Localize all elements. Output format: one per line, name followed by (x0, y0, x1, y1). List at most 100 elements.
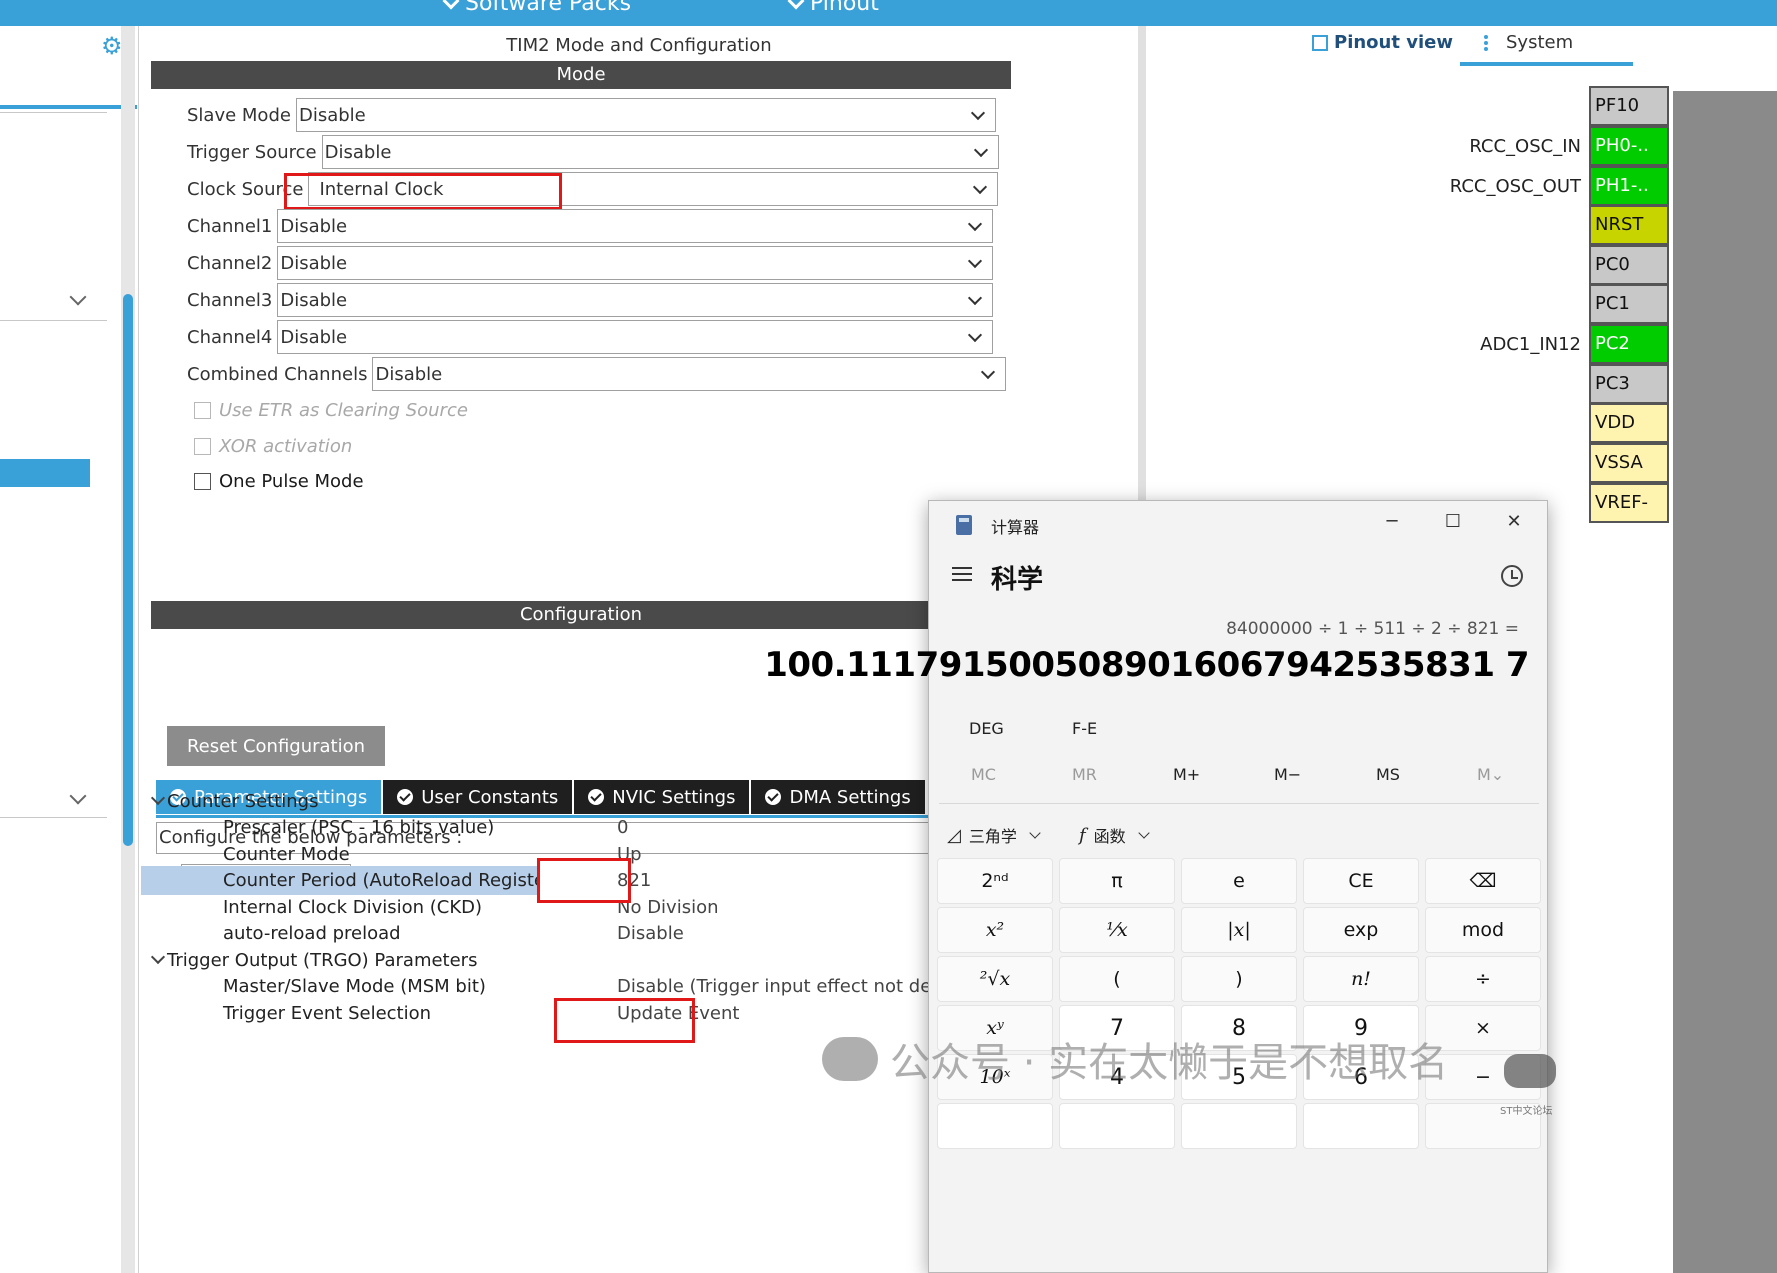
close-paren-key[interactable]: ) (1181, 956, 1297, 1002)
nav-pinout[interactable]: Pinout (787, 0, 879, 16)
nav-pinout-label: Pinout (810, 0, 879, 16)
fe-button[interactable]: F-E (1072, 719, 1097, 738)
calculator-key[interactable] (1181, 1103, 1297, 1149)
function-dropdown[interactable]: f 函数 (1079, 823, 1150, 847)
trigger-source-select[interactable]: Disable (321, 135, 999, 169)
tree-key: Prescaler (PSC - 16 bits value) (223, 817, 495, 838)
divide-key[interactable]: ÷ (1425, 956, 1541, 1002)
pin-vssa[interactable]: VSSA (1589, 443, 1669, 483)
counter-period-highlight (537, 858, 631, 903)
checkbox-box (194, 438, 211, 455)
slave-mode-row: Slave Mode Disable (187, 98, 996, 132)
slave-mode-label: Slave Mode (187, 104, 291, 126)
mod-key[interactable]: mod (1425, 907, 1541, 953)
menu-icon[interactable] (952, 567, 972, 581)
chevron-down-icon (968, 253, 983, 269)
nav-software-packs[interactable]: Software Packs (442, 0, 631, 16)
factorial-key[interactable]: n! (1303, 956, 1419, 1002)
tree-value: No Division (617, 897, 719, 918)
pin-signal-label: RCC_OSC_IN (1469, 136, 1581, 157)
panel-title: TIM2 Mode and Configuration (506, 35, 772, 56)
tree-row-counter-period[interactable]: Counter Period (AutoReload Register - 32… (141, 866, 539, 895)
channel3-label: Channel3 (187, 289, 273, 311)
tab-label: Pinout view (1334, 32, 1453, 53)
pin-ph0[interactable]: PH0-.. (1589, 126, 1669, 166)
trigonometry-dropdown[interactable]: ◿ 三角学 (947, 823, 1041, 847)
calculator-result: 100.1117915005089016067942535831 7 (764, 645, 1529, 685)
reset-configuration-button[interactable]: Reset Configuration (167, 726, 385, 766)
angle-unit-button[interactable]: DEG (969, 719, 1004, 738)
tab-pinout-view[interactable]: Pinout view (1312, 32, 1453, 53)
memory-subtract-button[interactable]: M− (1274, 765, 1301, 784)
tree-key: Master/Slave Mode (MSM bit) (223, 976, 486, 997)
sidebar-selected-item[interactable] (0, 459, 90, 487)
pin-vref[interactable]: VREF- (1589, 483, 1669, 523)
pin-pc2[interactable]: PC2 (1589, 324, 1669, 364)
reciprocal-key[interactable]: ¹⁄x (1059, 907, 1175, 953)
trigger-source-row: Trigger Source Disable (187, 135, 999, 169)
chevron-down-icon[interactable] (69, 787, 87, 805)
tree-group-label: Trigger Output (TRGO) Parameters (167, 950, 478, 971)
calculator-key[interactable] (937, 1103, 1053, 1149)
combined-channels-select[interactable]: Disable (372, 357, 1007, 391)
close-icon[interactable]: ✕ (1499, 511, 1529, 537)
chevron-down-icon (968, 216, 983, 232)
channel2-select[interactable]: Disable (277, 246, 994, 280)
one-pulse-mode-checkbox[interactable]: One Pulse Mode (194, 471, 364, 492)
channel3-select[interactable]: Disable (277, 283, 994, 317)
backspace-key[interactable]: ⌫ (1425, 858, 1541, 904)
history-icon[interactable] (1501, 565, 1523, 587)
memory-add-button[interactable]: M+ (1173, 765, 1200, 784)
absolute-key[interactable]: |x| (1181, 907, 1297, 953)
pin-pc3[interactable]: PC3 (1589, 364, 1669, 404)
divider (0, 320, 107, 321)
pi-key[interactable]: π (1059, 858, 1175, 904)
slave-mode-select[interactable]: Disable (295, 98, 996, 132)
calculator-mode: 科学 (991, 565, 1044, 595)
chevron-down-icon[interactable] (69, 288, 87, 306)
channel4-select[interactable]: Disable (277, 320, 994, 354)
calculator-key[interactable] (1303, 1103, 1419, 1149)
channel1-select[interactable]: Disable (277, 209, 994, 243)
square-key[interactable]: x² (937, 907, 1053, 953)
maximize-icon[interactable]: ☐ (1438, 511, 1468, 537)
calculator-key[interactable] (1059, 1103, 1175, 1149)
pin-nrst[interactable]: NRST (1589, 205, 1669, 245)
channel2-label: Channel2 (187, 252, 273, 274)
pin-pc0[interactable]: PC0 (1589, 245, 1669, 285)
calculator-titlebar[interactable]: 计算器 ─ ☐ ✕ (929, 501, 1549, 547)
triangle-icon: ◿ (947, 824, 961, 846)
memory-store-button[interactable]: MS (1376, 765, 1400, 784)
pin-vdd[interactable]: VDD (1589, 403, 1669, 443)
clock-source-highlight (284, 173, 562, 210)
chat-bubble-icon (1504, 1054, 1556, 1088)
tree-key: Internal Clock Division (CKD) (223, 897, 483, 918)
memory-list-button[interactable]: M⌄ (1477, 765, 1504, 784)
sidebar-scroll-thumb[interactable] (123, 294, 133, 846)
tab-system-view[interactable]: System (1484, 32, 1573, 53)
pin-pc1[interactable]: PC1 (1589, 284, 1669, 324)
mode-section-header: Mode (151, 61, 1011, 89)
sqrt-key[interactable]: ²√x (937, 956, 1053, 1002)
minimize-icon[interactable]: ─ (1377, 511, 1407, 537)
e-key[interactable]: e (1181, 858, 1297, 904)
channel4-label: Channel4 (187, 326, 273, 348)
xor-activation-checkbox[interactable]: XOR activation (194, 436, 352, 457)
memory-recall-button[interactable]: MR (1072, 765, 1097, 784)
gear-icon[interactable]: ⚙ (101, 32, 123, 60)
chevron-down-icon (973, 179, 988, 195)
open-paren-key[interactable]: ( (1059, 956, 1175, 1002)
clear-entry-key[interactable]: CE (1303, 858, 1419, 904)
combined-channels-row: Combined Channels Disable (187, 357, 1007, 391)
memory-clear-button[interactable]: MC (971, 765, 996, 784)
pin-ph1[interactable]: PH1-.. (1589, 166, 1669, 206)
watermark-text: 公众号 · 实在太懒于是不想取名 (890, 1040, 1449, 1086)
exp-key[interactable]: exp (1303, 907, 1419, 953)
grid-icon (1484, 34, 1500, 51)
pin-pf10[interactable]: PF10 (1589, 86, 1669, 126)
second-key[interactable]: 2ⁿᵈ (937, 858, 1053, 904)
chevron-down-icon (1029, 827, 1041, 839)
use-etr-checkbox[interactable]: Use ETR as Clearing Source (194, 400, 468, 421)
chevron-down-icon (150, 949, 166, 965)
calculator-expression: 84000000 ÷ 1 ÷ 511 ÷ 2 ÷ 821 = (1226, 619, 1519, 639)
